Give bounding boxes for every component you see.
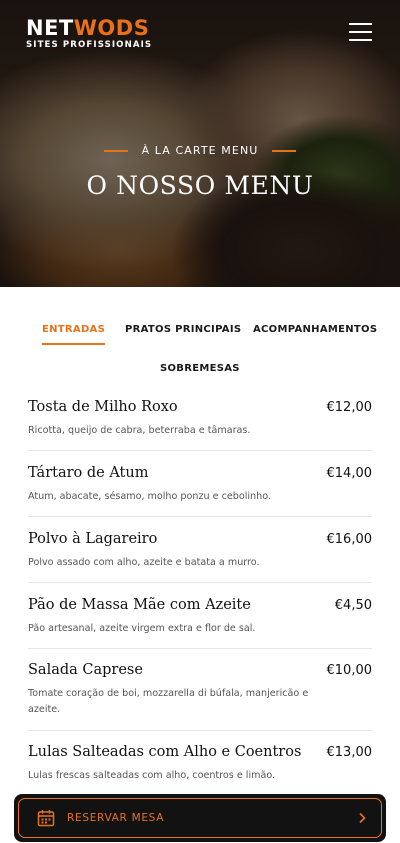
item-price: €13,00	[326, 745, 373, 760]
item-description: Polvo assado com alho, azeite e batata a…	[28, 557, 260, 568]
list-item: Salada Caprese €10,00 Tomate coração de …	[28, 649, 372, 731]
brand-tagline: SITES PROFISSIONAIS	[26, 40, 153, 50]
item-price: €14,00	[326, 466, 373, 481]
hero-eyebrow: À LA CARTE MENU	[0, 144, 400, 157]
tab-entradas[interactable]: ENTRADAS	[42, 324, 106, 345]
item-name: Polvo à Lagareiro	[28, 531, 158, 547]
reserve-table-button[interactable]: RESERVAR MESA	[18, 798, 382, 838]
calendar-icon	[37, 810, 55, 827]
item-description: Atum, abacate, sésamo, molho ponzu e ceb…	[28, 491, 271, 502]
list-item: Lulas Salteadas com Alho e Coentros €13,…	[28, 731, 372, 801]
list-item: Tosta de Milho Roxo €12,00 Ricotta, quei…	[28, 387, 372, 451]
item-name: Salada Caprese	[28, 662, 143, 678]
menu-list: Tosta de Milho Roxo €12,00 Ricotta, quei…	[28, 387, 372, 801]
item-name: Tosta de Milho Roxo	[28, 399, 178, 415]
menu-category-tabs: ENTRADAS PRATOS PRINCIPAIS ACOMPANHAMENT…	[0, 287, 400, 387]
reserve-bar: RESERVAR MESA	[14, 794, 386, 842]
item-price: €10,00	[326, 663, 373, 678]
list-item: Polvo à Lagareiro €16,00 Polvo assado co…	[28, 517, 372, 583]
brand-name: NETWODS	[26, 16, 150, 40]
item-price: €16,00	[326, 532, 373, 547]
eyebrow-line-left	[103, 149, 128, 152]
list-item: Pão de Massa Mãe com Azeite €4,50 Pão ar…	[28, 583, 372, 649]
item-name: Pão de Massa Mãe com Azeite	[28, 597, 251, 613]
item-price: €12,00	[326, 400, 373, 415]
eyebrow-line-right	[272, 149, 297, 152]
item-description: Tomate coração de boi, mozzarella di búf…	[28, 688, 309, 715]
item-price: €4,50	[334, 598, 372, 613]
item-name: Tártaro de Atum	[28, 465, 149, 481]
tab-pratos-principais[interactable]: PRATOS PRINCIPAIS	[125, 324, 241, 335]
tab-acompanhamentos[interactable]: ACOMPANHAMENTOS	[253, 324, 377, 335]
item-description: Lulas frescas salteadas com alho, coentr…	[28, 770, 276, 781]
hero-banner: NETWODS SITES PROFISSIONAIS À LA CARTE M…	[0, 0, 400, 287]
list-item: Tártaro de Atum €14,00 Atum, abacate, sé…	[28, 451, 372, 517]
item-description: Ricotta, queijo de cabra, beterraba e tâ…	[28, 425, 251, 436]
chevron-right-icon	[359, 812, 366, 824]
eyebrow-text: À LA CARTE MENU	[141, 144, 259, 157]
brand-logo[interactable]: NETWODS SITES PROFISSIONAIS	[26, 16, 152, 50]
item-name: Lulas Salteadas com Alho e Coentros	[28, 744, 302, 760]
reserve-label: RESERVAR MESA	[67, 812, 165, 824]
tab-sobremesas[interactable]: SOBREMESAS	[160, 363, 240, 374]
hamburger-icon[interactable]	[349, 23, 372, 41]
item-description: Pão artesanal, azeite virgem extra e flo…	[28, 623, 256, 634]
page-title: O NOSSO MENU	[86, 171, 314, 200]
